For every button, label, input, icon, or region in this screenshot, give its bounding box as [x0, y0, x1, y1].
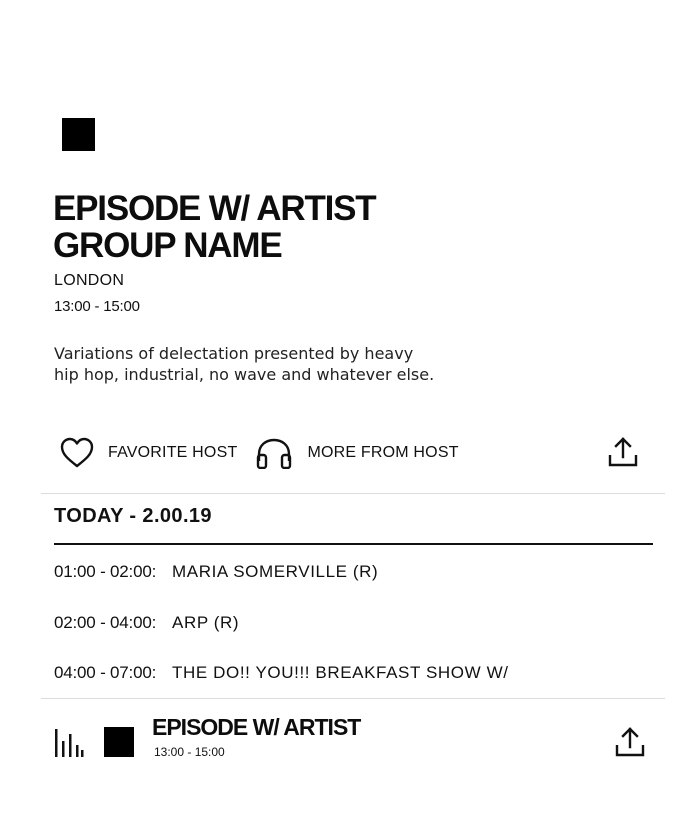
schedule-rule	[54, 543, 653, 545]
share-icon[interactable]	[607, 436, 639, 468]
episode-title-line2: GROUP NAME	[53, 226, 283, 265]
schedule-show: MARIA SOMERVILLE (R)	[172, 562, 379, 581]
heart-icon	[60, 437, 94, 468]
player-time: 13:00 - 15:00	[154, 745, 225, 759]
show-artwork	[62, 118, 95, 151]
headphones-icon	[257, 438, 292, 469]
episode-description: Variations of delectation presented by h…	[54, 343, 494, 385]
more-from-host-button[interactable]: MORE FROM HOST	[237, 437, 458, 469]
favorite-host-button[interactable]: FAVORITE HOST	[60, 437, 237, 469]
stop-button[interactable]	[104, 727, 134, 757]
player-title: EPISODE W/ ARTIST	[152, 714, 361, 740]
favorite-host-label: FAVORITE HOST	[108, 444, 238, 461]
section-divider	[41, 493, 665, 494]
schedule-slot: 04:00 - 07:00:	[54, 663, 157, 682]
episode-location: LONDON	[54, 272, 125, 289]
schedule-show: ARP (R)	[172, 613, 240, 632]
episode-title-line1: EPISODE W/ ARTIST	[53, 189, 377, 228]
episode-time: 13:00 - 15:00	[54, 298, 140, 315]
schedule-show: THE DO!! YOU!!! BREAKFAST SHOW W/	[172, 663, 509, 682]
more-from-host-label: MORE FROM HOST	[307, 444, 459, 461]
player-divider	[41, 698, 665, 699]
schedule-row[interactable]: 01:00 - 02:00: MARIA SOMERVILLE (R)	[54, 562, 378, 582]
host-actions: FAVORITE HOST MORE FROM HOST	[60, 433, 459, 473]
schedule-row[interactable]: 02:00 - 04:00: ARP (R)	[54, 613, 239, 633]
schedule-row[interactable]: 04:00 - 07:00: THE DO!! YOU!!! BREAKFAST…	[54, 663, 509, 683]
equalizer-icon[interactable]	[54, 728, 84, 758]
schedule-slot: 01:00 - 02:00:	[54, 562, 157, 581]
schedule-heading: TODAY - 2.00.19	[54, 505, 212, 527]
description-line2: hip hop, industrial, no wave and whateve…	[54, 365, 435, 384]
episode-title: EPISODE W/ ARTIST GROUP NAME	[53, 190, 473, 264]
schedule-slot: 02:00 - 04:00:	[54, 613, 157, 632]
share-icon[interactable]	[614, 726, 646, 758]
description-line1: Variations of delectation presented by h…	[54, 344, 414, 363]
